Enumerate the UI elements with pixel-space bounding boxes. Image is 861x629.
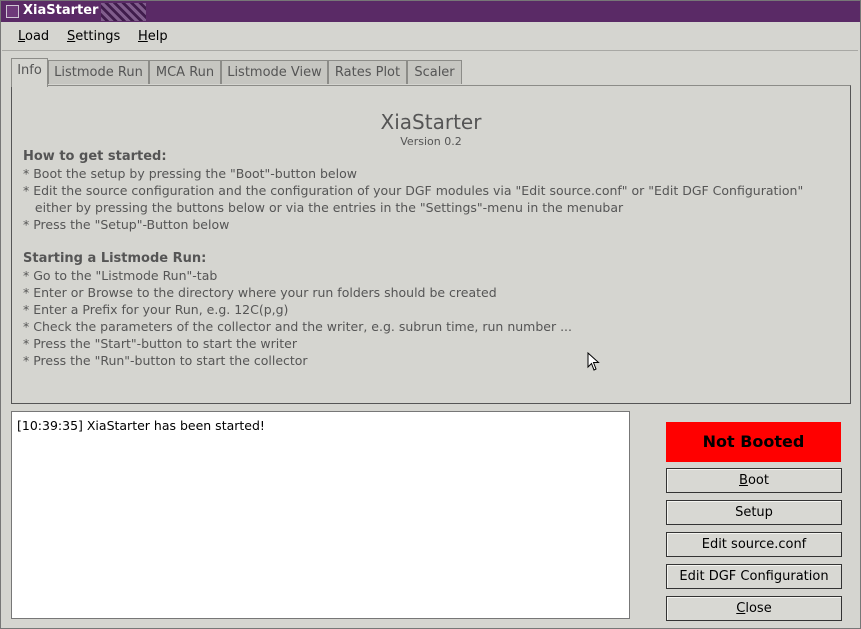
- window-title: XiaStarter: [23, 3, 99, 18]
- close-button[interactable]: Close: [666, 596, 842, 621]
- info-heading: Starting a Listmode Run:: [23, 251, 207, 266]
- info-text: * Press the "Setup"-Button below: [23, 217, 230, 232]
- boot-button[interactable]: Boot: [666, 468, 842, 493]
- tab-rates-plot[interactable]: Rates Plot: [328, 60, 407, 84]
- info-text: * Enter or Browse to the directory where…: [23, 285, 497, 300]
- edit-dgf-configuration-button[interactable]: Edit DGF Configuration: [666, 564, 842, 589]
- info-title: XiaStarter: [380, 110, 482, 134]
- info-panel: XiaStarter Version 0.2 How to get starte…: [11, 85, 851, 404]
- boot-button-label: oot: [747, 473, 769, 488]
- info-text: * Press the "Start"-button to start the …: [23, 336, 297, 351]
- menubar: Load Settings Help: [2, 23, 858, 51]
- menu-help[interactable]: Help: [138, 29, 168, 44]
- menu-load-accel: L: [18, 29, 26, 44]
- menu-help-accel: H: [138, 29, 148, 44]
- log-area[interactable]: [10:39:35] XiaStarter has been started!: [11, 411, 630, 619]
- info-text: * Go to the "Listmode Run"-tab: [23, 268, 218, 283]
- tab-info[interactable]: Info: [11, 58, 48, 87]
- tab-mca-run[interactable]: MCA Run: [149, 60, 221, 84]
- boot-button-accel: B: [739, 473, 748, 488]
- info-text: either by pressing the buttons below or …: [23, 200, 624, 215]
- info-text: * Boot the setup by pressing the "Boot"-…: [23, 166, 357, 181]
- titlebar-decoration: [101, 3, 146, 21]
- info-text: * Enter a Prefix for your Run, e.g. 12C(…: [23, 302, 289, 317]
- info-text: * Press the "Run"-button to start the co…: [23, 353, 308, 368]
- window-menu-icon[interactable]: [6, 5, 19, 18]
- info-version: Version 0.2: [400, 135, 462, 148]
- info-heading: How to get started:: [23, 149, 167, 164]
- menu-help-label: elp: [147, 29, 168, 44]
- menu-load[interactable]: Load: [18, 29, 49, 44]
- menu-settings-label: ettings: [75, 29, 121, 44]
- tab-listmode-view[interactable]: Listmode View: [221, 60, 328, 84]
- tab-listmode-run[interactable]: Listmode Run: [48, 60, 149, 84]
- tab-scaler[interactable]: Scaler: [407, 60, 462, 84]
- close-button-accel: C: [736, 601, 746, 616]
- mouse-pointer-icon: [587, 352, 600, 371]
- title-bar[interactable]: XiaStarter: [1, 1, 860, 22]
- menu-load-label: oad: [25, 29, 50, 44]
- log-line: [10:39:35] XiaStarter has been started!: [17, 418, 265, 433]
- info-text: * Edit the source configuration and the …: [23, 183, 804, 198]
- boot-status-badge: Not Booted: [666, 422, 841, 462]
- info-text: * Check the parameters of the collector …: [23, 319, 572, 334]
- menu-settings[interactable]: Settings: [67, 29, 120, 44]
- main-window: XiaStarter Load Settings Help Info Listm…: [0, 0, 861, 629]
- edit-source-conf-button[interactable]: Edit source.conf: [666, 532, 842, 557]
- setup-button[interactable]: Setup: [666, 500, 842, 525]
- close-button-label: lose: [745, 601, 772, 616]
